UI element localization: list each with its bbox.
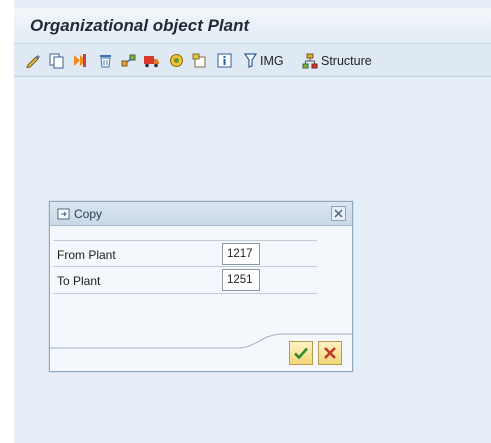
to-plant-input[interactable]: 1251 [222, 269, 260, 291]
from-plant-label: From Plant [57, 248, 116, 262]
from-plant-row: From Plant 1217 [53, 240, 317, 267]
check-icon[interactable] [168, 52, 185, 69]
filter-icon [244, 53, 257, 68]
copy-dialog: Copy From Plant 1217 To Plant 1251 [49, 201, 353, 372]
attach-icon[interactable] [191, 52, 208, 69]
copy-as-icon[interactable] [72, 52, 89, 69]
info-icon[interactable] [216, 52, 233, 69]
transport-icon[interactable] [120, 52, 137, 69]
close-icon [334, 209, 343, 218]
confirm-button[interactable] [289, 341, 313, 365]
edit-icon[interactable] [25, 52, 42, 69]
truck-icon[interactable] [143, 52, 160, 69]
structure-icon [302, 53, 318, 68]
cancel-x-icon [324, 347, 336, 359]
title-bar: Organizational object Plant [14, 8, 491, 44]
cancel-button[interactable] [318, 341, 342, 365]
checkmark-icon [294, 347, 308, 360]
copy-icon[interactable] [48, 52, 65, 69]
structure-label: Structure [321, 53, 372, 68]
copy-dialog-icon [57, 208, 70, 220]
structure-button[interactable]: Structure [302, 52, 372, 69]
delete-icon[interactable] [97, 52, 114, 69]
img-label: IMG [260, 53, 284, 68]
img-button[interactable]: IMG [244, 52, 284, 69]
dialog-header: Copy [50, 202, 352, 226]
dialog-title: Copy [74, 207, 103, 221]
to-plant-row: To Plant 1251 [53, 267, 317, 294]
to-plant-label: To Plant [57, 274, 101, 288]
from-plant-input[interactable]: 1217 [222, 243, 260, 265]
page-title: Organizational object Plant [30, 16, 250, 35]
toolbar: IMG Structure [14, 44, 491, 77]
close-button[interactable] [331, 206, 346, 221]
